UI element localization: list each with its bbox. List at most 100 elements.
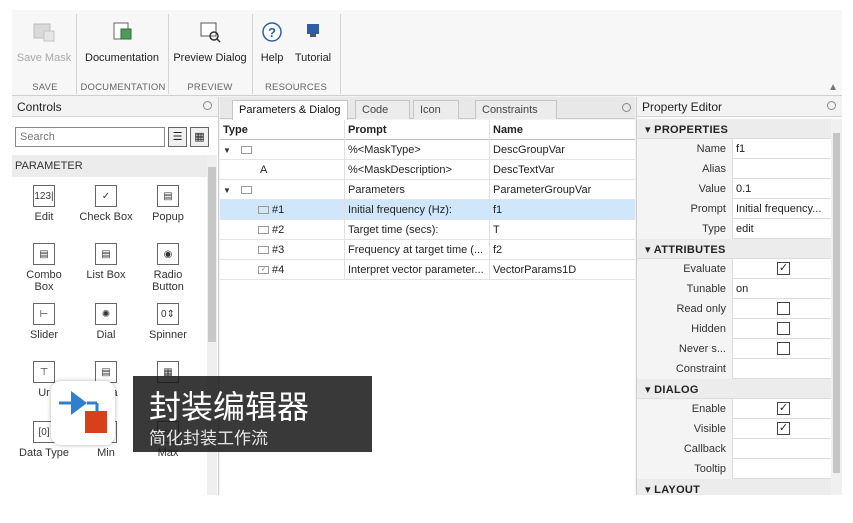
category-parameter[interactable]: PARAMETER: [12, 155, 207, 177]
grid-view-button[interactable]: ▦: [190, 127, 209, 147]
cell-prompt[interactable]: Interpret vector parameter...: [345, 260, 490, 280]
scrollbar-thumb[interactable]: [208, 167, 216, 342]
type-value: #1: [272, 204, 285, 216]
property-section-header[interactable]: ▾ PROPERTIES: [637, 119, 831, 139]
property-scrollbar[interactable]: [831, 119, 842, 495]
cell-name[interactable]: VectorParams1D: [490, 260, 635, 280]
cell-name[interactable]: T: [490, 220, 635, 240]
editor-tabs: Parameters & Dialog Code Icon Constraint…: [220, 97, 635, 120]
cell-name[interactable]: f1: [490, 200, 635, 220]
group-box-icon: [240, 146, 252, 155]
cell-prompt[interactable]: Target time (secs):: [345, 220, 490, 240]
tab-constraints[interactable]: Constraints: [475, 100, 557, 119]
property-name: Prompt: [637, 199, 733, 219]
cell-prompt[interactable]: %<MaskDescription>: [345, 160, 490, 180]
column-header-name[interactable]: Name: [490, 120, 635, 140]
property-value[interactable]: [733, 459, 831, 479]
cell-name[interactable]: DescTextVar: [490, 160, 635, 180]
cell-type: #3: [220, 240, 345, 260]
tutorial-icon: [290, 18, 336, 46]
column-header-type[interactable]: Type: [220, 120, 345, 140]
property-value[interactable]: on: [733, 279, 831, 299]
property-value[interactable]: [733, 159, 831, 179]
list-view-button[interactable]: ☰: [168, 127, 187, 147]
property-checkbox[interactable]: ✓: [777, 422, 790, 435]
cell-name[interactable]: f2: [490, 240, 635, 260]
property-value[interactable]: [733, 439, 831, 459]
control-item[interactable]: ▤ List Box: [76, 243, 136, 281]
property-section-header[interactable]: ▾ DIALOG: [637, 379, 831, 399]
cell-name[interactable]: ParameterGroupVar: [490, 180, 635, 200]
pin-icon[interactable]: [827, 101, 836, 110]
help-icon: ?: [256, 18, 288, 46]
property-name: Read only: [637, 299, 733, 319]
collapse-toolstrip-icon[interactable]: ▲: [828, 82, 838, 93]
control-label: Edit: [34, 211, 54, 223]
property-checkbox[interactable]: ✓: [777, 402, 790, 415]
edit-type-icon: [258, 206, 269, 215]
tab-parameters-dialog[interactable]: Parameters & Dialog: [232, 100, 348, 120]
tab-code[interactable]: Code: [355, 100, 410, 119]
table-row[interactable]: ✓ #4 Interpret vector parameter... VectorPa…: [220, 260, 635, 280]
table-row[interactable]: #1 Initial frequency (Hz): f1: [220, 200, 635, 220]
control-item[interactable]: ✺ Dial: [76, 303, 136, 341]
property-checkbox[interactable]: [777, 322, 790, 335]
table-row[interactable]: ▼ Parameters ParameterGroupVar: [220, 180, 635, 200]
control-item[interactable]: ▤ Combo Box: [14, 243, 74, 293]
control-item[interactable]: ✓ Check Box: [76, 185, 136, 223]
property-value[interactable]: edit: [733, 219, 831, 239]
property-name: Tunable: [637, 279, 733, 299]
help-button[interactable]: ? Help: [256, 18, 288, 64]
control-item[interactable]: ⊢ Slider: [14, 303, 74, 341]
edit-type-icon: [258, 246, 269, 255]
preview-dialog-label: Preview Dialog: [173, 52, 247, 64]
control-item[interactable]: ◉ Radio Button: [138, 243, 198, 293]
property-row: Name f1: [637, 139, 831, 159]
property-name: Enable: [637, 399, 733, 419]
property-checkbox[interactable]: ✓: [777, 262, 790, 275]
control-label: List Box: [86, 269, 126, 281]
expand-caret-icon[interactable]: ▼: [223, 146, 231, 155]
section-label-resources: RESOURCES: [265, 82, 327, 93]
property-value[interactable]: Initial frequency...: [733, 199, 831, 219]
property-row: Type edit: [637, 219, 831, 239]
search-input[interactable]: Search: [15, 127, 165, 147]
cell-prompt[interactable]: Initial frequency (Hz):: [345, 200, 490, 220]
control-item[interactable]: 0⇕ Spinner: [138, 303, 198, 341]
table-row[interactable]: A %<MaskDescription> DescTextVar: [220, 160, 635, 180]
cell-prompt[interactable]: %<MaskType>: [345, 140, 490, 160]
toolstrip-divider: [76, 14, 77, 94]
cell-prompt[interactable]: Parameters: [345, 180, 490, 200]
cell-name[interactable]: DescGroupVar: [490, 140, 635, 160]
pin-icon[interactable]: [203, 101, 212, 110]
column-header-prompt[interactable]: Prompt: [345, 120, 490, 140]
property-checkbox[interactable]: [777, 302, 790, 315]
table-row[interactable]: #2 Target time (secs): T: [220, 220, 635, 240]
cell-prompt[interactable]: Frequency at target time (...: [345, 240, 490, 260]
property-value[interactable]: f1: [733, 139, 831, 159]
table-row[interactable]: #3 Frequency at target time (... f2: [220, 240, 635, 260]
property-row: Alias: [637, 159, 831, 179]
property-name: Visible: [637, 419, 733, 439]
property-section-header[interactable]: ▾ ATTRIBUTES: [637, 239, 831, 259]
control-item[interactable]: 123| Edit: [14, 185, 74, 223]
property-checkbox[interactable]: [777, 342, 790, 355]
tab-icon[interactable]: Icon: [413, 100, 459, 119]
preview-dialog-button[interactable]: Preview Dialog: [172, 18, 248, 64]
documentation-button[interactable]: Documentation: [80, 18, 164, 64]
table-row[interactable]: ▼ %<MaskType> DescGroupVar: [220, 140, 635, 160]
svg-text:?: ?: [268, 25, 276, 40]
tutorial-button[interactable]: Tutorial: [290, 18, 336, 64]
save-mask-button[interactable]: Save Mask: [16, 18, 72, 64]
property-row: Tunable on: [637, 279, 831, 299]
control-label: Radio Button: [152, 269, 184, 293]
scrollbar-thumb[interactable]: [833, 133, 840, 473]
property-value[interactable]: [733, 359, 831, 379]
section-label-save: SAVE: [32, 82, 58, 93]
property-value[interactable]: 0.1: [733, 179, 831, 199]
expand-caret-icon[interactable]: ▼: [223, 186, 231, 195]
pin-icon[interactable]: [622, 103, 631, 112]
control-item[interactable]: ▤ Popup: [138, 185, 198, 223]
property-name: Alias: [637, 159, 733, 179]
property-section-header[interactable]: ▾ LAYOUT: [637, 479, 831, 495]
